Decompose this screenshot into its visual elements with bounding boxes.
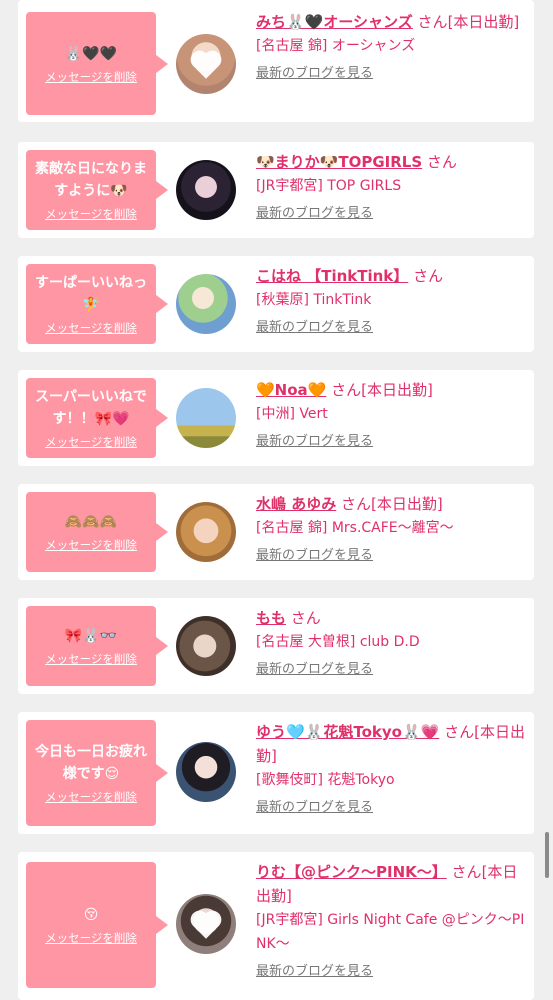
message-text: すーぱーいいねっ🧚 [35, 275, 147, 313]
shop-label: [歌舞伎町] 花魁Tokyo [256, 772, 395, 788]
scrollbar[interactable] [545, 832, 549, 878]
delete-message-link[interactable]: メッセージを削除 [45, 789, 137, 805]
profile-name-link[interactable]: 🧡Noa🧡 [256, 381, 326, 399]
message-card: すーぱーいいねっ🧚 メッセージを削除 こはね 【TinkTink】 さん [秋葉… [18, 256, 534, 352]
delete-message-link[interactable]: メッセージを削除 [45, 206, 137, 222]
honorific: さん [426, 153, 457, 171]
avatar[interactable] [176, 894, 236, 954]
honorific: さん [331, 381, 362, 399]
profile-name-link[interactable]: 🐶まりか🐶TOPGIRLS [256, 153, 422, 171]
delete-message-link[interactable]: メッセージを削除 [45, 930, 137, 946]
message-bubble: 素敵な日になりますように🐶 メッセージを削除 [26, 150, 168, 230]
message-card: 素敵な日になりますように🐶 メッセージを削除 🐶まりか🐶TOPGIRLS さん … [18, 142, 534, 238]
profile-info: 水嶋 あゆみ さん[本日出勤] [名古屋 錦] Mrs.CAFE〜離宮〜 最新の… [256, 492, 526, 566]
message-text: 今日も一日お疲れ様です😌 [35, 744, 147, 782]
delete-message-link[interactable]: メッセージを削除 [45, 651, 137, 667]
honorific: さん [451, 863, 482, 881]
latest-blog-link[interactable]: 最新のブログを見る [256, 432, 526, 452]
name-line: りむ【@ピンク〜PINK〜】 さん[本日出勤] [256, 860, 526, 908]
shop-label: [名古屋 錦] オーシャンズ [256, 38, 416, 54]
profile-info: みち🐰🖤オーシャンズ さん[本日出勤] [名古屋 錦] オーシャンズ 最新のブロ… [256, 10, 526, 84]
profile-info: もも さん [名古屋 大曽根] club D.D 最新のブログを見る [256, 606, 526, 680]
avatar[interactable] [176, 742, 236, 802]
avatar[interactable] [176, 160, 236, 220]
message-bubble: 🎀🐰👓 メッセージを削除 [26, 606, 168, 686]
message-bubble: 😚 メッセージを削除 [26, 862, 168, 988]
heart-sticker-icon [193, 53, 219, 79]
shop-label: [JR宇都宮] Girls Night Cafe @ピンク〜PINK〜 [256, 912, 525, 952]
honorific: さん [290, 609, 321, 627]
message-text: 🙈🙈🙈 [64, 514, 118, 530]
attendance-status: [本日出勤] [447, 13, 520, 31]
avatar[interactable] [176, 34, 236, 94]
profile-name-link[interactable]: もも [256, 609, 286, 627]
message-card: 今日も一日お疲れ様です😌 メッセージを削除 ゆう🩵🐰花魁Tokyo🐰💗 さん[本… [18, 712, 534, 834]
profile-info: ゆう🩵🐰花魁Tokyo🐰💗 さん[本日出勤] [歌舞伎町] 花魁Tokyo 最新… [256, 720, 526, 818]
message-bubble: すーぱーいいねっ🧚 メッセージを削除 [26, 264, 168, 344]
message-card: 🙈🙈🙈 メッセージを削除 水嶋 あゆみ さん[本日出勤] [名古屋 錦] Mrs… [18, 484, 534, 580]
latest-blog-link[interactable]: 最新のブログを見る [256, 962, 526, 982]
profile-info: こはね 【TinkTink】 さん [秋葉原] TinkTink 最新のブログを… [256, 264, 526, 338]
shop-label: [名古屋 錦] Mrs.CAFE〜離宮〜 [256, 520, 454, 536]
message-text: 🐰🖤🖤 [64, 45, 118, 62]
profile-name-link[interactable]: みち🐰🖤オーシャンズ [256, 13, 413, 31]
latest-blog-link[interactable]: 最新のブログを見る [256, 64, 526, 84]
shop-label: [秋葉原] TinkTink [256, 292, 372, 308]
avatar[interactable] [176, 502, 236, 562]
name-line: 🧡Noa🧡 さん[本日出勤] [256, 378, 526, 402]
honorific: さん [417, 13, 448, 31]
latest-blog-link[interactable]: 最新のブログを見る [256, 798, 526, 818]
avatar[interactable] [176, 274, 236, 334]
message-card: 🐰🖤🖤 メッセージを削除 みち🐰🖤オーシャンズ さん[本日出勤] [名古屋 錦]… [18, 0, 534, 122]
profile-info: 🧡Noa🧡 さん[本日出勤] [中洲] Vert 最新のブログを見る [256, 378, 526, 452]
delete-message-link[interactable]: メッセージを削除 [45, 537, 137, 553]
name-line: みち🐰🖤オーシャンズ さん[本日出勤] [256, 10, 526, 34]
profile-name-link[interactable]: 水嶋 あゆみ [256, 495, 336, 513]
message-card: スーパーいいねです！！🎀💗 メッセージを削除 🧡Noa🧡 さん[本日出勤] [中… [18, 370, 534, 466]
name-line: 🐶まりか🐶TOPGIRLS さん [256, 150, 526, 174]
delete-message-link[interactable]: メッセージを削除 [45, 69, 137, 85]
latest-blog-link[interactable]: 最新のブログを見る [256, 318, 526, 338]
avatar[interactable] [176, 388, 236, 448]
shop-label: [JR宇都宮] TOP GIRLS [256, 178, 402, 194]
profile-info: 🐶まりか🐶TOPGIRLS さん [JR宇都宮] TOP GIRLS 最新のブロ… [256, 150, 526, 224]
profile-info: りむ【@ピンク〜PINK〜】 さん[本日出勤] [JR宇都宮] Girls Ni… [256, 860, 526, 982]
honorific: さん [444, 723, 475, 741]
name-line: ゆう🩵🐰花魁Tokyo🐰💗 さん[本日出勤] [256, 720, 526, 768]
shop-label: [中洲] Vert [256, 406, 328, 422]
message-card: 🎀🐰👓 メッセージを削除 もも さん [名古屋 大曽根] club D.D 最新… [18, 598, 534, 694]
profile-name-link[interactable]: こはね 【TinkTink】 [256, 267, 408, 285]
avatar[interactable] [176, 616, 236, 676]
latest-blog-link[interactable]: 最新のブログを見る [256, 546, 526, 566]
message-bubble: 今日も一日お疲れ様です😌 メッセージを削除 [26, 720, 168, 826]
attendance-status: [本日出勤] [361, 381, 433, 399]
heart-sticker-icon [193, 913, 219, 939]
name-line: 水嶋 あゆみ さん[本日出勤] [256, 492, 526, 516]
message-bubble: 🐰🖤🖤 メッセージを削除 [26, 12, 168, 115]
latest-blog-link[interactable]: 最新のブログを見る [256, 660, 526, 680]
honorific: さん [341, 495, 372, 513]
name-line: もも さん [256, 606, 526, 630]
message-card: 😚 メッセージを削除 りむ【@ピンク〜PINK〜】 さん[本日出勤] [JR宇都… [18, 852, 534, 1000]
message-bubble: スーパーいいねです！！🎀💗 メッセージを削除 [26, 378, 168, 458]
message-text: 🎀🐰👓 [64, 628, 118, 644]
message-text: 😚 [83, 907, 99, 923]
delete-message-link[interactable]: メッセージを削除 [45, 434, 137, 450]
latest-blog-link[interactable]: 最新のブログを見る [256, 204, 526, 224]
attendance-status: [本日出勤] [371, 495, 443, 513]
profile-name-link[interactable]: りむ【@ピンク〜PINK〜】 [256, 863, 447, 881]
shop-label: [名古屋 大曽根] club D.D [256, 634, 420, 650]
honorific: さん [413, 267, 444, 285]
name-line: こはね 【TinkTink】 さん [256, 264, 526, 288]
message-text: 素敵な日になりますように🐶 [35, 161, 147, 199]
profile-name-link[interactable]: ゆう🩵🐰花魁Tokyo🐰💗 [256, 723, 439, 741]
message-bubble: 🙈🙈🙈 メッセージを削除 [26, 492, 168, 572]
message-text: スーパーいいねです！！🎀💗 [35, 389, 147, 427]
delete-message-link[interactable]: メッセージを削除 [45, 320, 137, 336]
